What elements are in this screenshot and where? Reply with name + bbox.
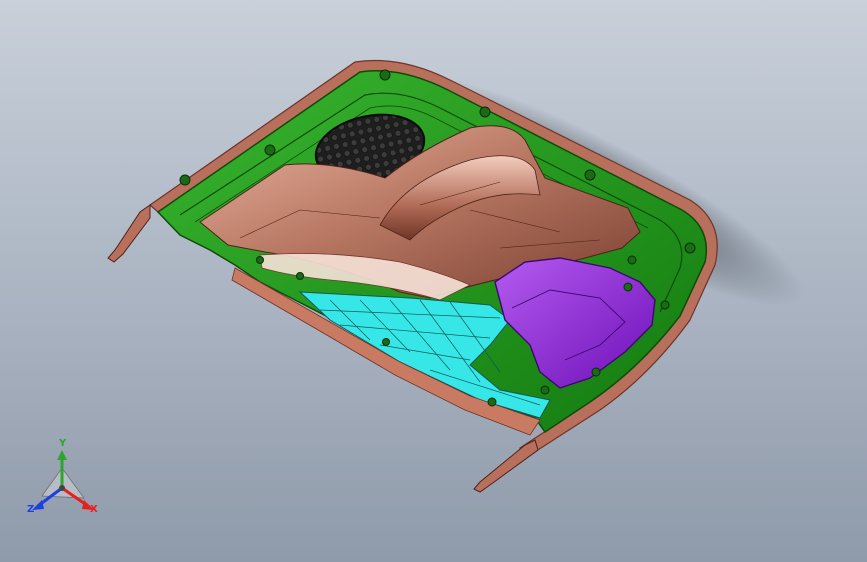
coordinate-triad[interactable]: Y X Z — [22, 438, 112, 526]
coordinate-triad-icon — [32, 450, 94, 510]
axis-y-label: Y — [59, 438, 67, 449]
door-panel-model[interactable] — [0, 0, 867, 562]
bottom-mounting-tab — [473, 439, 539, 493]
axis-z-label: Z — [27, 504, 35, 515]
cad-viewport[interactable]: Y X Z — [0, 0, 867, 562]
axis-x-label: X — [90, 504, 98, 515]
left-mounting-tab — [107, 204, 151, 263]
